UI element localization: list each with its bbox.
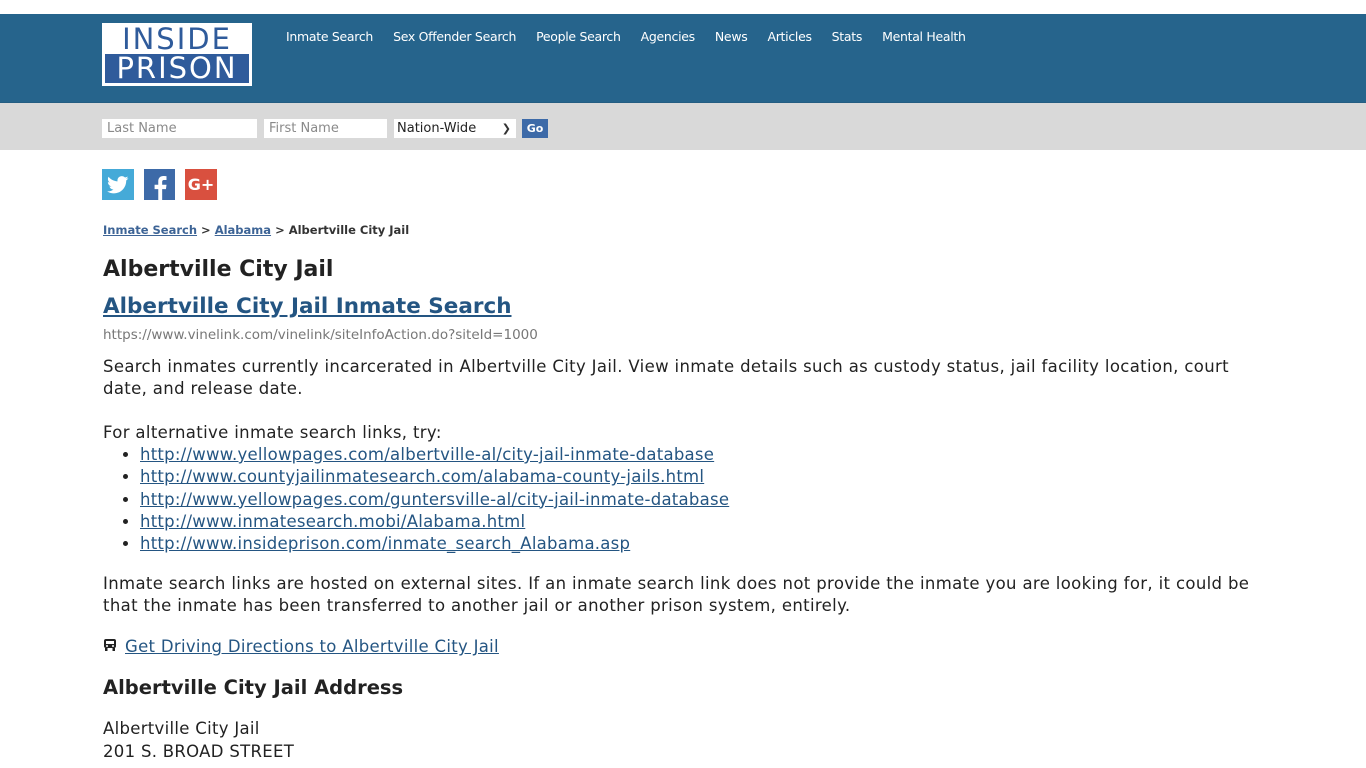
breadcrumb-alabama[interactable]: Alabama [215, 223, 271, 237]
facebook-icon [154, 175, 166, 201]
scope-select-value: Nation-Wide [397, 121, 477, 136]
social-share-bar: G+ [102, 169, 217, 201]
twitter-icon [107, 175, 129, 193]
alternative-links-intro: For alternative inmate search links, try… [103, 423, 442, 442]
alt-link-countyjailinmatesearch[interactable]: http://www.countyjailinmatesearch.com/al… [140, 467, 704, 486]
alt-link-inmatesearch-mobi[interactable]: http://www.inmatesearch.mobi/Alabama.htm… [140, 512, 525, 531]
nav-sex-offender-search[interactable]: Sex Offender Search [393, 29, 516, 45]
last-name-input[interactable] [102, 119, 257, 138]
nav-articles[interactable]: Articles [767, 29, 812, 45]
breadcrumb-separator: > [275, 223, 285, 237]
google-plus-share-button[interactable]: G+ [185, 169, 217, 200]
description-text: Search inmates currently incarcerated in… [103, 357, 1229, 398]
main-nav: Inmate Search Sex Offender Search People… [286, 29, 986, 45]
address-line-street: 201 S. BROAD STREET [103, 742, 295, 762]
primary-search-link[interactable]: Albertville City Jail Inmate Search [103, 294, 512, 319]
address-block: Albertville City Jail 201 S. BROAD STREE… [103, 717, 1273, 763]
logo-line-2: PRISON [105, 54, 249, 83]
address-line-name: Albertville City Jail [103, 719, 260, 739]
main-content: Inmate Search > Alabama > Albertville Ci… [103, 222, 1273, 763]
logo-line-1: INSIDE [103, 24, 251, 54]
address-heading: Albertville City Jail Address [103, 676, 404, 700]
scope-select[interactable]: Nation-Wide ❯ [394, 119, 516, 138]
alt-link-insideprison[interactable]: http://www.insideprison.com/inmate_searc… [140, 534, 630, 553]
site-header: INSIDE PRISON Inmate Search Sex Offender… [0, 14, 1366, 103]
driving-directions: Get Driving Directions to Albertville Ci… [103, 636, 1273, 658]
inside-prison-logo[interactable]: INSIDE PRISON [102, 23, 252, 86]
external-links-note: Inmate search links are hosted on extern… [103, 574, 1250, 616]
breadcrumb-current: Albertville City Jail [288, 223, 410, 237]
page-title: Albertville City Jail [103, 257, 334, 282]
google-plus-icon: G+ [187, 175, 215, 194]
twitter-share-button[interactable] [102, 169, 134, 200]
first-name-input[interactable] [264, 119, 387, 138]
list-item: http://www.yellowpages.com/albertville-a… [140, 444, 1273, 466]
list-item: http://www.insideprison.com/inmate_searc… [140, 533, 1273, 555]
list-item: http://www.yellowpages.com/guntersville-… [140, 489, 1273, 511]
go-button[interactable]: Go [522, 119, 548, 138]
search-bar: Nation-Wide ❯ Go [0, 103, 1366, 150]
breadcrumb: Inmate Search > Alabama > Albertville Ci… [103, 222, 1273, 238]
bus-icon [104, 639, 116, 652]
breadcrumb-separator: > [201, 223, 211, 237]
primary-search-heading: Albertville City Jail Inmate Search [103, 294, 1273, 320]
breadcrumb-inmate-search[interactable]: Inmate Search [103, 223, 197, 237]
facebook-share-button[interactable] [144, 169, 175, 201]
list-item: http://www.countyjailinmatesearch.com/al… [140, 466, 1273, 488]
top-gap [0, 0, 1366, 14]
nav-agencies[interactable]: Agencies [641, 29, 696, 45]
alt-link-yellowpages-albertville[interactable]: http://www.yellowpages.com/albertville-a… [140, 445, 714, 464]
nav-stats[interactable]: Stats [832, 29, 863, 45]
nav-news[interactable]: News [715, 29, 748, 45]
alternative-links-list: http://www.yellowpages.com/albertville-a… [140, 444, 1273, 555]
nav-people-search[interactable]: People Search [536, 29, 621, 45]
alt-link-yellowpages-guntersville[interactable]: http://www.yellowpages.com/guntersville-… [140, 490, 729, 509]
chevron-down-icon: ❯ [501, 122, 511, 135]
driving-directions-link[interactable]: Get Driving Directions to Albertville Ci… [125, 636, 499, 658]
nav-inmate-search[interactable]: Inmate Search [286, 29, 373, 45]
nav-mental-health[interactable]: Mental Health [882, 29, 966, 45]
list-item: http://www.inmatesearch.mobi/Alabama.htm… [140, 511, 1273, 533]
primary-search-url: https://www.vinelink.com/vinelink/siteIn… [103, 327, 538, 343]
